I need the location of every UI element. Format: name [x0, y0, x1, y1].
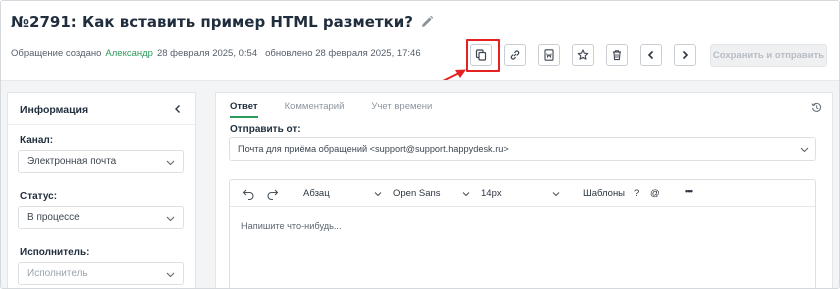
ticket-window: №2791: Как вставить пример HTML разметки… — [0, 0, 840, 289]
chevron-down-icon — [166, 272, 175, 278]
status-label: Статус: — [20, 191, 58, 202]
tab-reply[interactable]: Ответ — [230, 101, 258, 118]
assignee-label: Исполнитель: — [20, 247, 90, 258]
link-icon — [510, 50, 520, 60]
previous-ticket-button[interactable] — [640, 44, 662, 66]
status-value: В процессе — [27, 212, 80, 223]
reply-panel: Ответ Комментарий Учет времени Отправить… — [215, 92, 833, 288]
save-and-send-button[interactable]: Сохранить и отправить — [710, 44, 827, 67]
assignee-select[interactable]: Исполнитель — [18, 262, 184, 285]
font-size-value: 14px — [481, 188, 502, 199]
font-family-select[interactable]: Open Sans — [393, 186, 470, 202]
status-select[interactable]: В процессе — [18, 206, 184, 229]
channel-value: Электронная почта — [27, 156, 117, 167]
font-family-value: Open Sans — [393, 188, 441, 199]
channel-select[interactable]: Электронная почта — [18, 150, 184, 173]
info-panel-title: Информация — [20, 104, 89, 116]
tab-comment[interactable]: Комментарий — [285, 101, 345, 118]
updated-text: обновлено 28 февраля 2025, 17:46 — [265, 48, 421, 59]
mention-button[interactable]: @ — [650, 188, 660, 199]
ticket-title: №2791: Как вставить пример HTML разметки… — [11, 13, 413, 31]
star-icon — [577, 49, 589, 60]
editor-toolbar: Абзац Open Sans 14px Шаблоны ? @ ••• — [230, 180, 815, 207]
reply-editor: Абзац Open Sans 14px Шаблоны ? @ ••• Нап… — [229, 179, 816, 288]
redo-icon[interactable] — [266, 187, 279, 200]
ticket-meta: Обращение создано Александр 28 февраля 202… — [11, 48, 421, 59]
chevron-down-icon — [166, 160, 175, 166]
editor-placeholder[interactable]: Напишите что-нибудь... — [241, 221, 342, 231]
help-button[interactable]: ? — [634, 188, 639, 199]
export-word-button[interactable] — [538, 44, 560, 66]
delete-button[interactable] — [606, 44, 628, 66]
created-prefix: Обращение создано — [11, 48, 102, 59]
ticket-toolbar — [470, 44, 708, 66]
channel-label: Канал: — [20, 135, 54, 146]
chevron-down-icon — [374, 192, 382, 197]
title-row: №2791: Как вставить пример HTML разметки… — [11, 11, 434, 33]
send-from-select[interactable]: Почта для приёма обращений <support@supp… — [229, 137, 816, 161]
chevron-down-icon — [552, 192, 560, 197]
chevron-left-icon[interactable] — [173, 104, 183, 114]
pencil-icon[interactable] — [420, 15, 434, 29]
send-from-value: Почта для приёма обращений <support@supp… — [238, 144, 509, 154]
created-date: 28 февраля 2025, 0:54 — [156, 48, 258, 59]
paragraph-style-value: Абзац — [303, 188, 330, 199]
info-panel-divider — [8, 124, 195, 125]
chevron-right-icon — [682, 50, 689, 60]
undo-icon[interactable] — [242, 187, 255, 200]
send-from-label: Отправить от: — [230, 124, 301, 135]
font-size-select[interactable]: 14px — [481, 186, 560, 202]
chevron-down-icon — [166, 216, 175, 222]
more-options-button[interactable]: ••• — [685, 186, 693, 197]
next-ticket-button[interactable] — [674, 44, 696, 66]
reply-tabs: Ответ Комментарий Учет времени — [230, 101, 459, 118]
history-icon[interactable] — [811, 102, 822, 113]
chevron-down-icon — [800, 147, 809, 153]
chevron-down-icon — [462, 192, 470, 197]
chevron-left-icon — [647, 50, 654, 60]
trash-icon — [613, 50, 621, 61]
word-document-icon — [544, 49, 554, 61]
info-panel: Информация Канал: Электронная почта Стат… — [7, 92, 196, 288]
copy-link-button[interactable] — [504, 44, 526, 66]
templates-button[interactable]: Шаблоны — [583, 188, 625, 199]
paragraph-style-select[interactable]: Абзац — [303, 186, 382, 202]
author-link[interactable]: Александр — [105, 48, 153, 59]
tab-time-tracking[interactable]: Учет времени — [371, 101, 432, 118]
favorite-button[interactable] — [572, 44, 594, 66]
assignee-placeholder: Исполнитель — [27, 268, 88, 279]
